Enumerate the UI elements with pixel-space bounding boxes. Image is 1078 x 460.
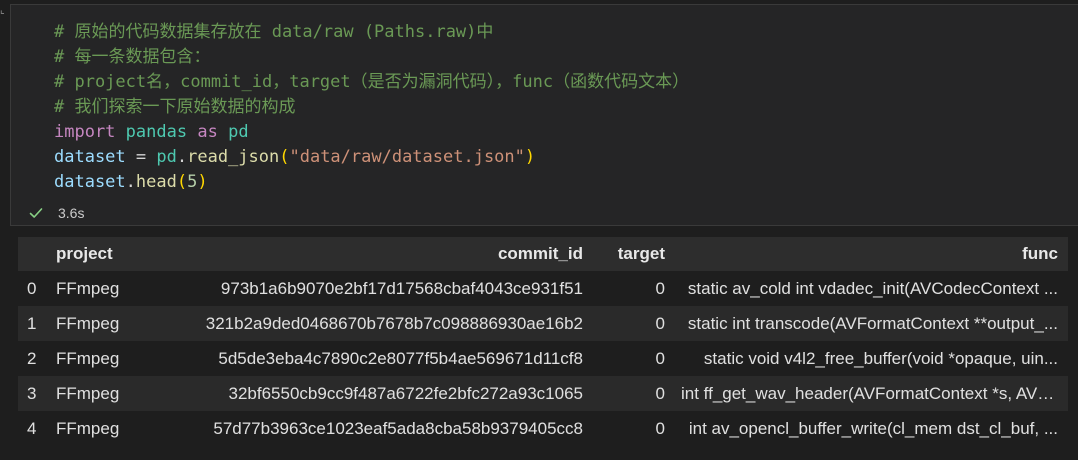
- check-icon: [29, 208, 43, 218]
- code-token-module: pd: [228, 122, 249, 142]
- code-token-module: pandas: [125, 122, 188, 142]
- dataframe-table: project commit_id target func 0 FFmpeg 9…: [18, 237, 1068, 446]
- notebook-view: ⌞ # 原始的代码数据集存放在 data/raw (Paths.raw)中 # 每…: [0, 0, 1078, 460]
- code-line: # 我们探索一下原始数据的构成: [54, 95, 689, 120]
- code-token-comment: # 我们探索一下原始数据的构成: [54, 97, 296, 117]
- cell-target: 0: [655, 418, 665, 438]
- code-token-comment: # project名，commit_id，target（是否为漏洞代码），fun…: [54, 72, 690, 92]
- table-header-row: project commit_id target func: [18, 237, 1068, 271]
- code-line: import pandas as pd: [54, 120, 689, 145]
- code-token-comment: # 原始的代码数据集存放在 data/raw (Paths.raw)中: [54, 22, 494, 42]
- table-row: 0 FFmpeg 973b1a6b9070e2bf17d17568cbaf404…: [18, 271, 1068, 306]
- code-editor[interactable]: # 原始的代码数据集存放在 data/raw (Paths.raw)中 # 每一条…: [54, 20, 689, 195]
- cell-output: project commit_id target func 0 FFmpeg 9…: [18, 237, 1068, 446]
- column-header-target: target: [617, 244, 665, 263]
- code-token-variable: dataset: [54, 172, 126, 192]
- cell-collapse-marker[interactable]: ⌞: [0, 6, 5, 16]
- cell-project: FFmpeg: [56, 278, 120, 298]
- code-line: dataset = pd.read_json("data/raw/dataset…: [54, 145, 689, 170]
- cell-target: 0: [655, 348, 665, 368]
- code-token-keyword: import: [54, 122, 116, 142]
- cell-commit-id: 973b1a6b9070e2bf17d17568cbaf4043ce931f51: [220, 278, 583, 298]
- cell-func: int av_opencl_buffer_write(cl_mem dst_cl…: [688, 418, 1058, 438]
- column-header-project: project: [56, 244, 113, 263]
- cell-func: static void v4l2_free_buffer(void *opaqu…: [703, 348, 1058, 368]
- column-header-func: func: [1022, 244, 1058, 263]
- cell-commit-id: 57d77b3963ce1023eaf5ada8cba58b9379405cc8: [213, 418, 583, 438]
- code-token-paren: (: [176, 172, 188, 192]
- code-token-variable: dataset: [54, 147, 126, 167]
- cell-target: 0: [655, 278, 665, 298]
- cell-project: FFmpeg: [56, 313, 120, 333]
- row-index: 0: [27, 278, 37, 298]
- code-token-module: pd: [156, 147, 177, 167]
- code-token-number: 5: [187, 172, 198, 192]
- row-index: 3: [27, 383, 37, 403]
- column-header-commit-id: commit_id: [497, 244, 583, 263]
- cell-target: 0: [655, 313, 665, 333]
- table-row: 2 FFmpeg 5d5de3eba4c7890c2e8077f5b4ae569…: [18, 341, 1068, 376]
- code-token-punct: .: [125, 172, 136, 192]
- cell-project: FFmpeg: [56, 348, 120, 368]
- cell-project: FFmpeg: [56, 383, 120, 403]
- code-token-punct: [218, 122, 228, 142]
- code-token-string: "data/raw/dataset.json": [289, 147, 525, 167]
- cell-func: static int transcode(AVFormatContext **o…: [687, 313, 1058, 333]
- table-row: 3 FFmpeg 32bf6550cb9cc9f487a6722fe2bfc27…: [18, 376, 1068, 411]
- column-header-index: [18, 237, 48, 271]
- code-line: # 每一条数据包含：: [54, 45, 689, 70]
- cell-target: 0: [655, 383, 665, 403]
- code-token-func: head: [135, 172, 177, 192]
- row-index: 4: [27, 418, 37, 438]
- execution-time: 3.6s: [58, 205, 85, 221]
- code-line: # project名，commit_id，target（是否为漏洞代码），fun…: [54, 70, 689, 95]
- code-token-punct: .: [176, 147, 188, 167]
- code-line: dataset.head(5): [54, 170, 689, 195]
- code-token-punct: =: [125, 147, 157, 167]
- code-token-punct: [187, 122, 197, 142]
- cell-commit-id: 321b2a9ded0468670b7678b7c098886930ae16b2: [205, 313, 583, 333]
- code-token-paren: ): [197, 172, 208, 192]
- cell-func: static av_cold int vdadec_init(AVCodecCo…: [687, 278, 1058, 298]
- code-token-paren: ): [524, 147, 536, 167]
- cell-commit-id: 5d5de3eba4c7890c2e8077f5b4ae569671d11cf8: [218, 348, 583, 368]
- row-index: 2: [27, 348, 37, 368]
- table-row: 1 FFmpeg 321b2a9ded0468670b7678b7c098886…: [18, 306, 1068, 341]
- code-token-keyword: as: [197, 122, 218, 142]
- code-cell[interactable]: # 原始的代码数据集存放在 data/raw (Paths.raw)中 # 每一条…: [10, 4, 1078, 226]
- cell-status-bar: 3.6s: [28, 202, 84, 224]
- row-index: 1: [27, 313, 37, 333]
- code-line: # 原始的代码数据集存放在 data/raw (Paths.raw)中: [54, 20, 689, 45]
- code-token-func: read_json: [187, 147, 280, 167]
- cell-commit-id: 32bf6550cb9cc9f487a6722fe2bfc272a93c1065: [228, 383, 584, 403]
- cell-project: FFmpeg: [56, 418, 120, 438]
- code-token-paren: (: [279, 147, 290, 167]
- code-token-comment: # 每一条数据包含：: [54, 47, 211, 67]
- cell-func: int ff_get_wav_header(AVFormatContext *s…: [681, 383, 1068, 403]
- table-row: 4 FFmpeg 57d77b3963ce1023eaf5ada8cba58b9…: [18, 411, 1068, 446]
- code-token-punct: [115, 122, 125, 142]
